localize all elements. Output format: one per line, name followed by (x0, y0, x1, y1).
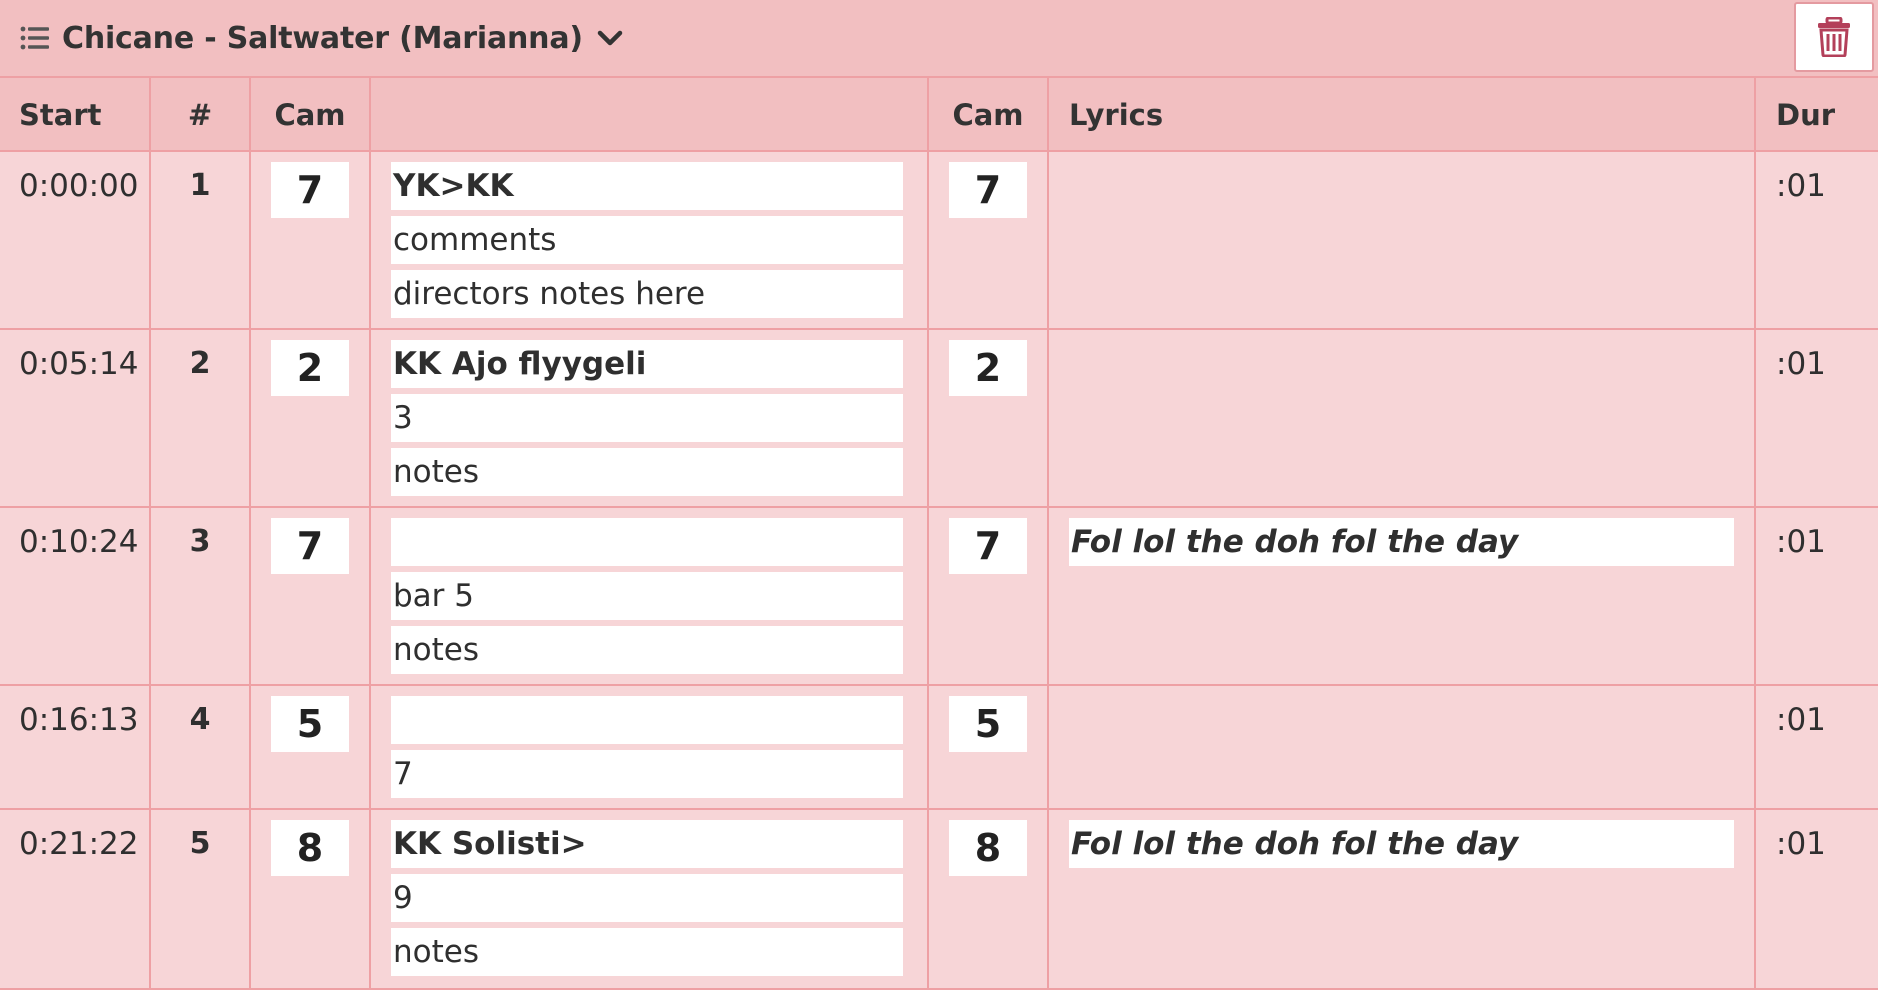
table-header: Start # Cam Cam Lyrics Dur (0, 78, 1878, 152)
lyrics-cell[interactable] (1049, 152, 1756, 328)
notes-field[interactable]: notes (391, 448, 903, 496)
page-header: Chicane - Saltwater (Marianna) (0, 0, 1878, 78)
cam-next-field[interactable]: 5 (949, 696, 1027, 752)
shot-title-field[interactable]: KK Ajo flyygeli (391, 340, 903, 388)
comment-field[interactable]: 3 (391, 394, 903, 442)
table-row[interactable]: 0:05:14 2 2 KK Ajo flyygeli 3 notes 2 :0… (0, 330, 1878, 508)
shot-fields: YK>KK comments directors notes here (391, 162, 903, 324)
cam-field[interactable]: 2 (271, 340, 349, 396)
comment-field[interactable]: bar 5 (391, 572, 903, 620)
shot-fields: 7 (391, 696, 903, 804)
start-time: 0:21:22 (0, 810, 151, 988)
col-duration[interactable]: Dur (1756, 78, 1878, 150)
shot-number: 3 (151, 508, 251, 684)
shot-table: Start # Cam Cam Lyrics Dur 0:00:00 1 7 Y… (0, 78, 1878, 990)
shot-title-field[interactable] (391, 518, 903, 566)
page-title: Chicane - Saltwater (Marianna) (62, 20, 583, 56)
lyrics-cell[interactable] (1049, 330, 1756, 506)
lyrics-cell[interactable] (1049, 686, 1756, 808)
shot-number: 1 (151, 152, 251, 328)
delete-button[interactable] (1794, 2, 1874, 72)
start-time: 0:00:00 (0, 152, 151, 328)
duration: :01 (1776, 346, 1826, 382)
shot-fields: KK Ajo flyygeli 3 notes (391, 340, 903, 502)
comment-field[interactable]: 7 (391, 750, 903, 798)
table-row[interactable]: 0:00:00 1 7 YK>KK comments directors not… (0, 152, 1878, 330)
notes-field[interactable]: directors notes here (391, 270, 903, 318)
duration: :01 (1776, 524, 1826, 560)
col-cam-next[interactable]: Cam (929, 78, 1049, 150)
list-icon (20, 26, 49, 50)
duration: :01 (1776, 702, 1826, 738)
shot-fields: bar 5 notes (391, 518, 903, 680)
table-row[interactable]: 0:10:24 3 7 bar 5 notes 7 Fol lol the do… (0, 508, 1878, 686)
duration: :01 (1776, 826, 1826, 862)
col-description (371, 78, 929, 150)
lyrics-cell: Fol lol the doh fol the day (1049, 508, 1756, 684)
col-start[interactable]: Start (0, 78, 151, 150)
notes-field[interactable]: notes (391, 626, 903, 674)
comment-field[interactable]: comments (391, 216, 903, 264)
start-time: 0:05:14 (0, 330, 151, 506)
cam-next-field[interactable]: 8 (949, 820, 1027, 876)
table-row[interactable]: 0:21:22 5 8 KK Solisti> 9 notes 8 Fol lo… (0, 810, 1878, 990)
shot-number: 4 (151, 686, 251, 808)
col-cam[interactable]: Cam (251, 78, 371, 150)
shot-title-field[interactable] (391, 696, 903, 744)
cam-next-field[interactable]: 2 (949, 340, 1027, 396)
lyrics-field[interactable]: Fol lol the doh fol the day (1069, 820, 1734, 868)
trash-icon (1818, 17, 1850, 57)
cam-next-field[interactable]: 7 (949, 162, 1027, 218)
col-lyrics[interactable]: Lyrics (1049, 78, 1756, 150)
chevron-down-icon[interactable] (595, 23, 625, 53)
cam-field[interactable]: 7 (271, 518, 349, 574)
duration: :01 (1776, 168, 1826, 204)
shot-fields: KK Solisti> 9 notes (391, 820, 903, 982)
shot-number: 5 (151, 810, 251, 988)
lyrics-field[interactable]: Fol lol the doh fol the day (1069, 518, 1734, 566)
start-time: 0:10:24 (0, 508, 151, 684)
start-time: 0:16:13 (0, 686, 151, 808)
notes-field[interactable]: notes (391, 928, 903, 976)
lyrics-cell: Fol lol the doh fol the day (1049, 810, 1756, 988)
shot-title-field[interactable]: KK Solisti> (391, 820, 903, 868)
cam-next-field[interactable]: 7 (949, 518, 1027, 574)
shot-title-field[interactable]: YK>KK (391, 162, 903, 210)
cam-field[interactable]: 8 (271, 820, 349, 876)
col-number[interactable]: # (151, 78, 251, 150)
cam-field[interactable]: 7 (271, 162, 349, 218)
cam-field[interactable]: 5 (271, 696, 349, 752)
shot-number: 2 (151, 330, 251, 506)
comment-field[interactable]: 9 (391, 874, 903, 922)
table-row[interactable]: 0:16:13 4 5 7 5 :01 (0, 686, 1878, 810)
